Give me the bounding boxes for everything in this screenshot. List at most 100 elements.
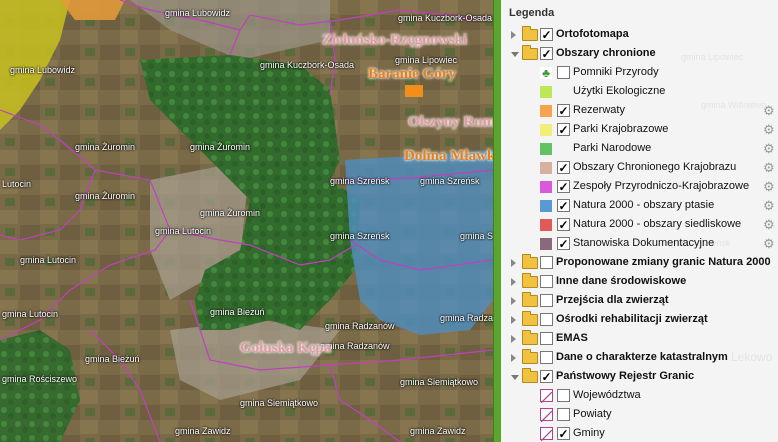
commune-label: gmina Kuczbork-Osada (260, 60, 355, 70)
layer-color-swatch (540, 124, 552, 136)
gear-icon[interactable]: ⚙ (763, 199, 776, 212)
layer-row[interactable]: Parki Narodowe ⚙ (501, 140, 778, 158)
panel-splitter[interactable] (493, 0, 501, 442)
commune-label: gmina Zawidz (410, 426, 466, 436)
layer-checkbox[interactable] (540, 313, 553, 326)
layer-checkbox[interactable]: ✓ (557, 237, 570, 250)
expand-arrow-icon[interactable] (511, 259, 516, 267)
gear-icon[interactable]: ⚙ (763, 218, 776, 231)
gear-icon[interactable]: ⚙ (763, 237, 776, 250)
commune-label: gmina Żuromin (200, 208, 261, 218)
layer-label: Proponowane zmiany granic Natura 2000 (556, 256, 771, 268)
gear-icon[interactable]: ⚙ (763, 142, 776, 155)
layer-row[interactable]: ✓ Obszary chronione (501, 45, 778, 63)
layer-row[interactable]: ✓ Parki Krajobrazowe ⚙ (501, 121, 778, 139)
expand-arrow-icon[interactable] (511, 335, 516, 343)
layer-checkbox[interactable]: ✓ (540, 370, 553, 383)
layer-row[interactable]: Proponowane zmiany granic Natura 2000 (501, 254, 778, 272)
layer-checkbox[interactable] (557, 66, 570, 79)
layer-label: Parki Krajobrazowe (573, 123, 669, 135)
commune-label: gmina Rościszewo (2, 374, 78, 384)
collapse-arrow-icon[interactable] (511, 52, 519, 57)
layer-checkbox[interactable] (540, 351, 553, 364)
layer-label: Rezerwaty (573, 104, 625, 116)
layer-color-swatch (540, 238, 552, 250)
layer-label: Obszary Chronionego Krajobrazu (573, 161, 737, 173)
map-view[interactable]: gmina Lubowidz gmina Lubowidz gmina Kuczbo… (0, 0, 493, 442)
layer-checkbox[interactable]: ✓ (557, 180, 570, 193)
layer-row[interactable]: ✓ Natura 2000 - obszary siedliskowe ⚙ (501, 216, 778, 234)
commune-label: gmina Żuromin (190, 142, 251, 152)
layer-row[interactable]: ♣ Pomniki Przyrody (501, 64, 778, 82)
expand-arrow-icon[interactable] (511, 278, 516, 286)
layer-checkbox[interactable] (557, 408, 570, 421)
layer-checkbox[interactable]: ✓ (557, 104, 570, 117)
layer-label: Obszary chronione (556, 47, 656, 59)
reserve-label: Gołuska Kępa (240, 340, 332, 356)
layer-row[interactable]: Użytki Ekologiczne (501, 83, 778, 101)
reserve-label: Olszyny Rumockie (408, 114, 493, 130)
commune-label: gmina Zawidz (175, 426, 231, 436)
expand-arrow-icon[interactable] (511, 316, 516, 324)
gear-icon[interactable]: ⚙ (763, 104, 776, 117)
layer-checkbox[interactable] (557, 389, 570, 402)
folder-icon (522, 273, 538, 288)
folder-icon (522, 368, 538, 383)
reserve-label: Dolina Mławki (404, 148, 493, 164)
layer-label: Natura 2000 - obszary siedliskowe (573, 218, 742, 230)
layer-row[interactable]: ✓ Gminy (501, 425, 778, 442)
commune-label: gmina Bieżuń (210, 307, 265, 317)
commune-label: gmina Siemiątkowo (240, 398, 319, 408)
expand-arrow-icon[interactable] (511, 354, 516, 362)
layer-checkbox[interactable] (540, 294, 553, 307)
layer-checkbox[interactable]: ✓ (540, 28, 553, 41)
layer-label: Dane o charakterze katastralnym (556, 351, 728, 363)
layer-row[interactable]: Dane o charakterze katastralnym (501, 349, 778, 367)
boundary-layer-icon (540, 389, 553, 404)
layer-row[interactable]: ✓ Obszary Chronionego Krajobrazu ⚙ (501, 159, 778, 177)
layer-row[interactable]: ✓ Natura 2000 - obszary ptasie ⚙ (501, 197, 778, 215)
layer-label: Stanowiska Dokumentacyjne (573, 237, 715, 249)
folder-icon (522, 311, 538, 326)
folder-icon (522, 330, 538, 345)
commune-label: gmina Szreńsk (330, 231, 390, 241)
folder-icon (522, 26, 538, 41)
layer-checkbox[interactable]: ✓ (557, 427, 570, 440)
layer-row[interactable]: ✓ Rezerwaty ⚙ (501, 102, 778, 120)
gear-icon[interactable]: ⚙ (763, 161, 776, 174)
layer-color-swatch (540, 219, 552, 231)
expand-arrow-icon[interactable] (511, 297, 516, 305)
layer-row[interactable]: Ośrodki rehabilitacji zwierząt (501, 311, 778, 329)
layer-checkbox[interactable]: ✓ (557, 123, 570, 136)
gear-icon[interactable]: ⚙ (763, 180, 776, 193)
layer-checkbox[interactable] (540, 275, 553, 288)
layer-label: Gminy (573, 427, 605, 439)
layer-row[interactable]: ✓ Ortofotomapa (501, 26, 778, 44)
collapse-arrow-icon[interactable] (511, 375, 519, 380)
layer-row[interactable]: Powiaty (501, 406, 778, 424)
folder-icon (522, 45, 538, 60)
layer-row[interactable]: Województwa (501, 387, 778, 405)
layer-checkbox[interactable] (540, 332, 553, 345)
layer-row[interactable]: Przejścia dla zwierząt (501, 292, 778, 310)
layer-label: Ortofotomapa (556, 28, 629, 40)
layer-checkbox[interactable]: ✓ (557, 218, 570, 231)
layer-checkbox[interactable]: ✓ (557, 161, 570, 174)
layer-checkbox[interactable]: ✓ (540, 47, 553, 60)
layer-row[interactable]: ✓ Zespoły Przyrodniczo-Krajobrazowe ⚙ (501, 178, 778, 196)
layer-checkbox[interactable] (540, 256, 553, 269)
commune-label: gmina Lipowiec (395, 55, 458, 65)
layer-row[interactable]: ✓ Państwowy Rejestr Granic (501, 368, 778, 386)
layer-label: Przejścia dla zwierząt (556, 294, 669, 306)
layer-checkbox[interactable]: ✓ (557, 199, 570, 212)
layer-row[interactable]: EMAS (501, 330, 778, 348)
layer-color-swatch (540, 105, 552, 117)
layer-label: Państwowy Rejestr Granic (556, 370, 695, 382)
layer-row[interactable]: Inne dane środowiskowe (501, 273, 778, 291)
layer-row[interactable]: ✓ Stanowiska Dokumentacyjne ⚙ (501, 235, 778, 253)
tree-icon: ♣ (540, 67, 552, 79)
gear-icon[interactable]: ⚙ (763, 123, 776, 136)
expand-arrow-icon[interactable] (511, 31, 516, 39)
commune-label: Lutocin (2, 179, 32, 189)
layer-color-swatch (540, 181, 552, 193)
